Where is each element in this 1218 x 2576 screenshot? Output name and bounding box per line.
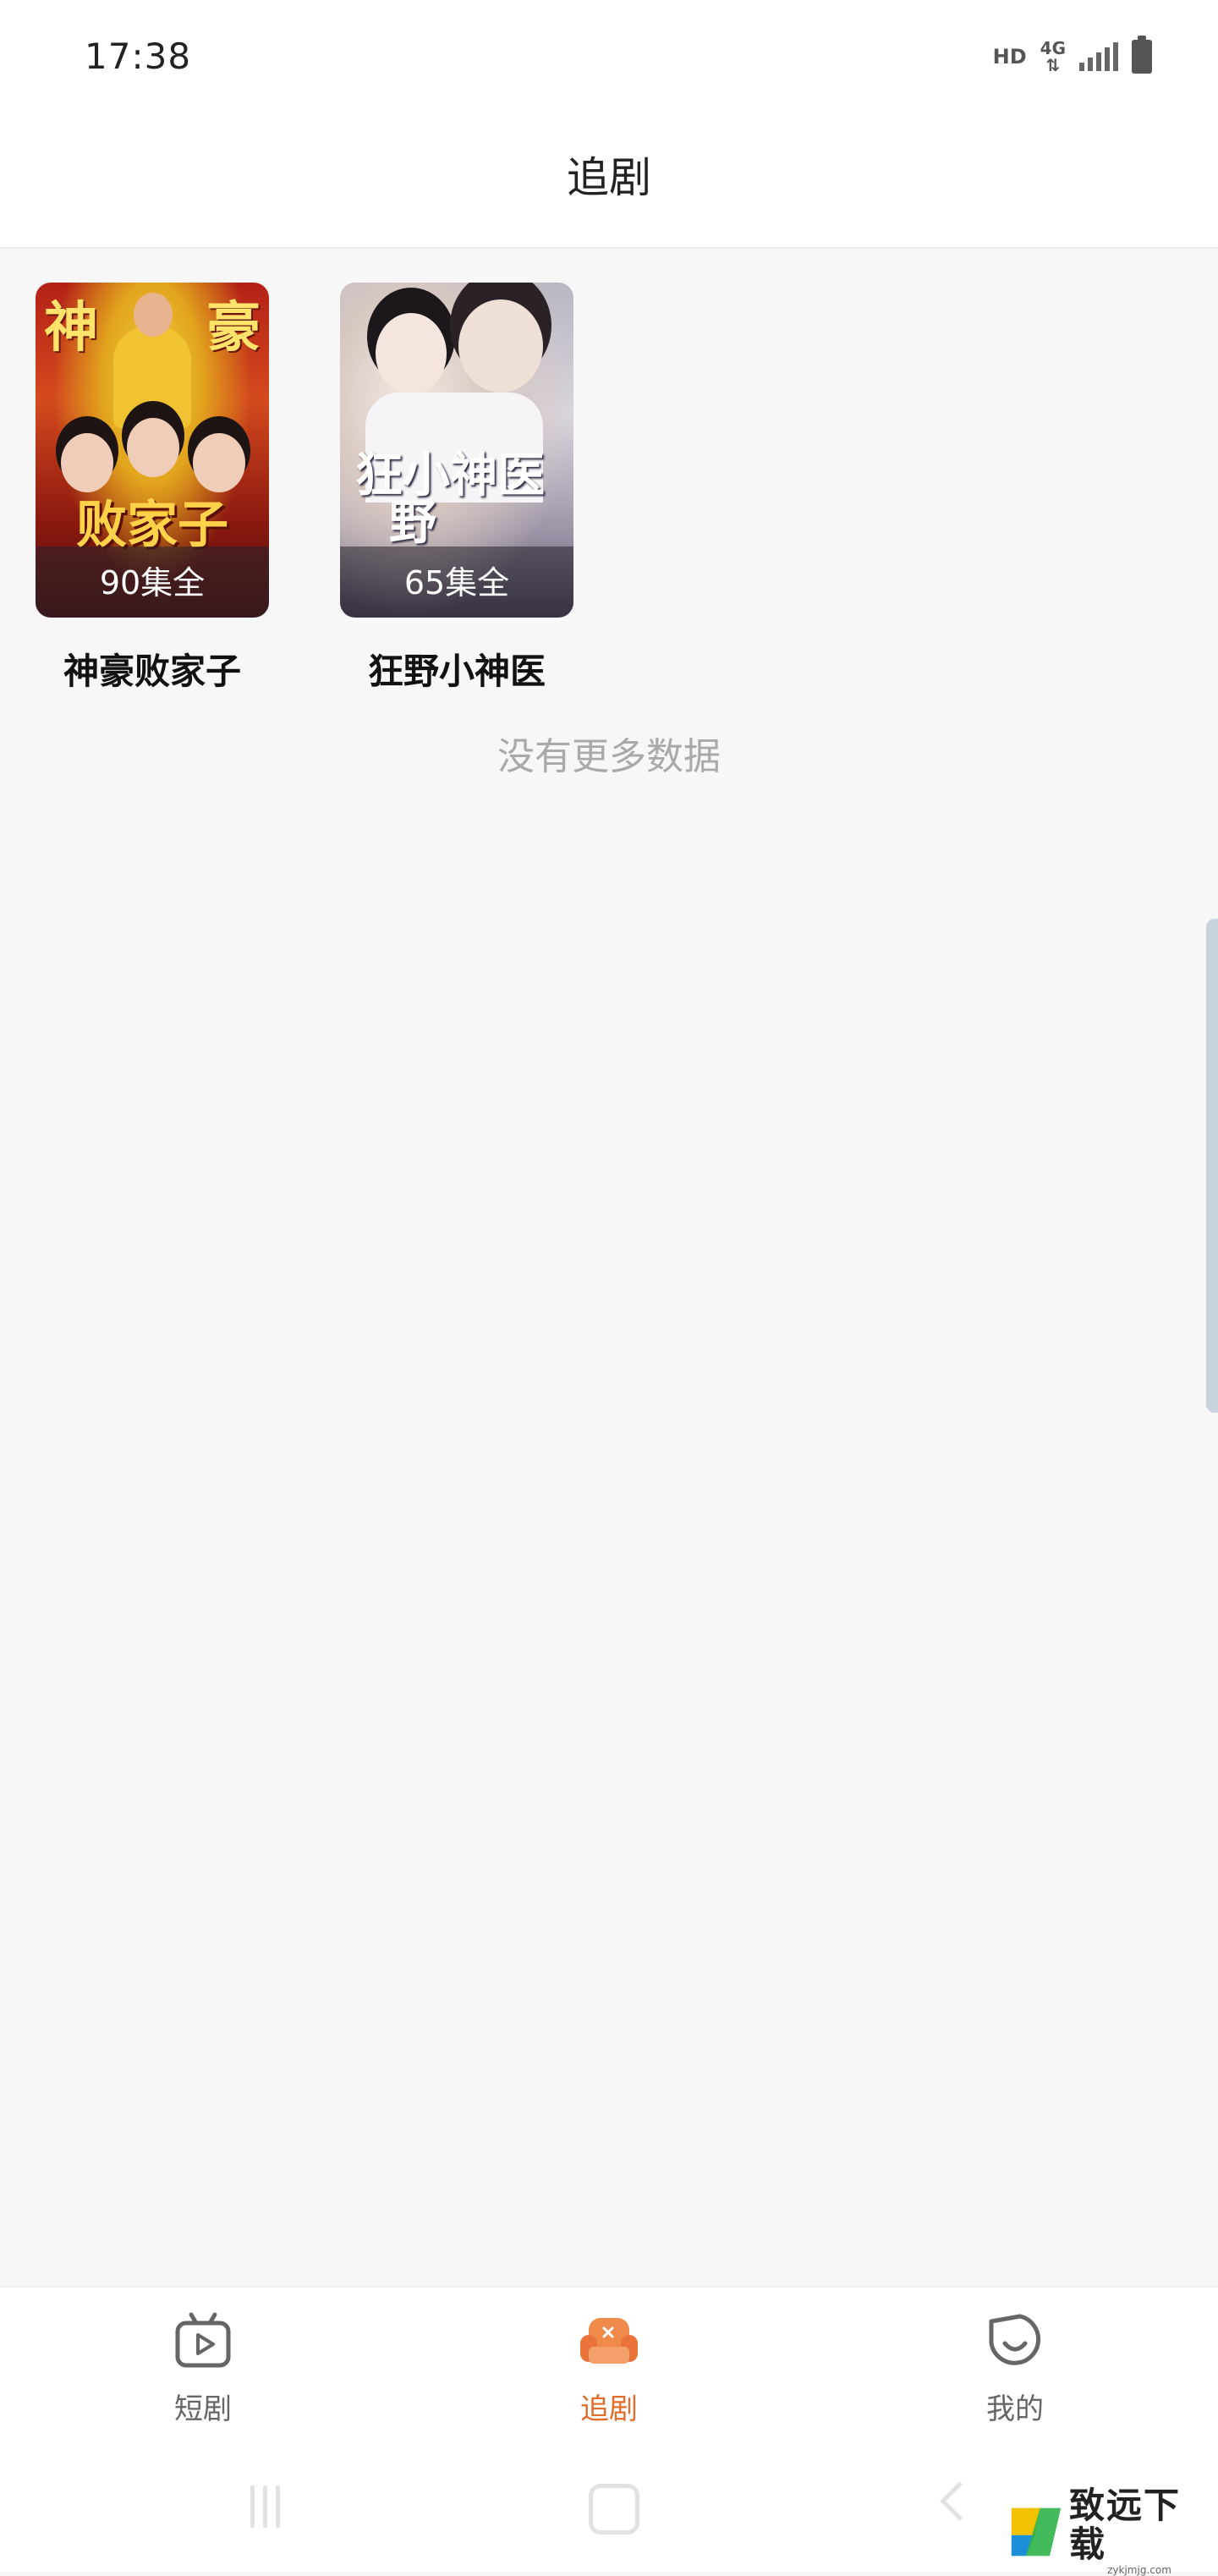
drama-card-kuangye[interactable]: 狂小神医 野 65集全 狂野小神医 (340, 283, 573, 695)
watermark-text: 致远下载 zykjmjg.com (1069, 2486, 1210, 2576)
nav-item-mine[interactable]: 我的 (939, 2310, 1091, 2427)
poster-figure (458, 299, 543, 393)
hd-icon: HD (992, 45, 1027, 69)
status-time: 17:38 (85, 36, 192, 77)
nav-item-follow-drama[interactable]: 追剧 (533, 2310, 685, 2427)
scroll-handle[interactable] (1206, 919, 1218, 1413)
drama-card-shenhao[interactable]: 神 豪 败家子 90集全 神豪败家子 (36, 283, 269, 695)
nav-label: 我的 (986, 2392, 1044, 2426)
watermark-logo-icon (1011, 2507, 1062, 2557)
episode-count-badge: 90集全 (36, 547, 269, 618)
signal-strength-icon (1079, 42, 1118, 71)
nav-item-short-drama[interactable]: 短剧 (127, 2310, 279, 2427)
status-icons: HD 4G ⇅ (992, 36, 1152, 76)
drama-poster[interactable]: 狂小神医 野 65集全 (340, 283, 573, 618)
poster-art-title: 狂小神医 野 (355, 448, 545, 551)
watermark: 致远下载 zykjmjg.com (1008, 2486, 1210, 2576)
back-button[interactable] (940, 2481, 979, 2521)
tv-play-icon (175, 2312, 231, 2368)
list-end-message: 没有更多数据 (497, 735, 721, 778)
nav-label: 追剧 (580, 2392, 638, 2426)
data-arrows-icon: ⇅ (1045, 55, 1061, 75)
bottom-nav: 短剧 追剧 我的 (0, 2286, 1218, 2457)
battery-icon (1132, 36, 1152, 74)
drama-poster[interactable]: 神 豪 败家子 90集全 (36, 283, 269, 618)
drama-title[interactable]: 狂野小神医 (340, 643, 573, 695)
poster-figure (127, 418, 179, 477)
page-header: 追剧 (0, 118, 1218, 249)
nav-label: 短剧 (174, 2392, 232, 2426)
network-4g-icon: 4G ⇅ (1040, 40, 1066, 74)
recent-apps-button[interactable] (250, 2485, 280, 2528)
status-bar: 17:38 HD 4G ⇅ (0, 0, 1218, 118)
poster-figure (113, 293, 191, 428)
watermark-main-text: 致远下载 (1069, 2485, 1182, 2565)
smile-face-icon (989, 2314, 1041, 2365)
drama-list: 神 豪 败家子 90集全 神豪败家子 狂小神医 野 65集全 狂野小神医 (36, 283, 573, 695)
sofa-icon (580, 2318, 638, 2364)
page-title: 追剧 (567, 153, 651, 202)
network-label: 4G (1040, 38, 1066, 58)
drama-title[interactable]: 神豪败家子 (36, 643, 269, 695)
episode-count-badge: 65集全 (340, 547, 573, 618)
watermark-url: zykjmjg.com (1107, 2564, 1171, 2576)
home-button[interactable] (589, 2484, 639, 2535)
poster-figure (376, 313, 447, 394)
